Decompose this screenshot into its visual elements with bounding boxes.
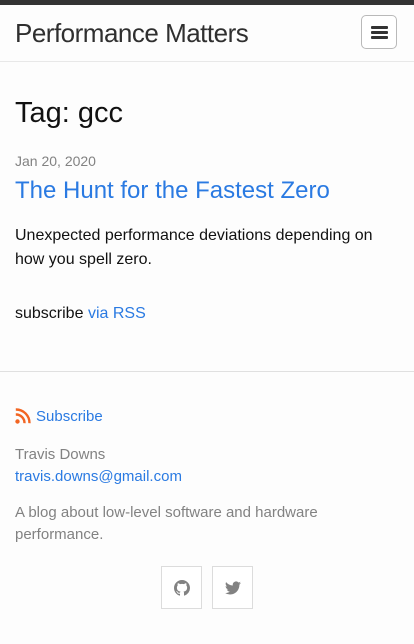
site-title-link[interactable]: Performance Matters (15, 17, 249, 49)
author-name: Travis Downs (15, 446, 106, 463)
site-footer: Subscribe Travis Downs travis.downs@gmai… (0, 371, 414, 644)
author-email-link[interactable]: travis.downs@gmail.com (15, 467, 182, 487)
hamburger-menu-icon (371, 31, 388, 34)
post-title-link[interactable]: The Hunt for the Fastest Zero (15, 175, 330, 207)
menu-toggle-button[interactable] (361, 15, 397, 49)
site-header: Performance Matters (0, 5, 414, 62)
post-excerpt: Unexpected performance deviations depend… (15, 227, 373, 268)
site-description: A blog about low-level software and hard… (15, 504, 318, 543)
hamburger-menu-icon (371, 36, 388, 39)
twitter-link[interactable] (212, 566, 253, 609)
hamburger-menu-icon (371, 26, 388, 29)
rss-link[interactable]: via RSS (88, 305, 146, 322)
subscribe-line: subscribe via RSS (15, 302, 146, 326)
rss-icon (15, 408, 31, 424)
subscribe-text: subscribe (15, 305, 84, 322)
github-link[interactable] (161, 566, 202, 609)
post-date: Jan 20, 2020 (15, 153, 96, 169)
page-title: Tag: gcc (15, 97, 123, 129)
footer-subscribe-link[interactable]: Subscribe (36, 407, 103, 427)
twitter-icon (225, 581, 241, 595)
github-icon (174, 580, 190, 596)
